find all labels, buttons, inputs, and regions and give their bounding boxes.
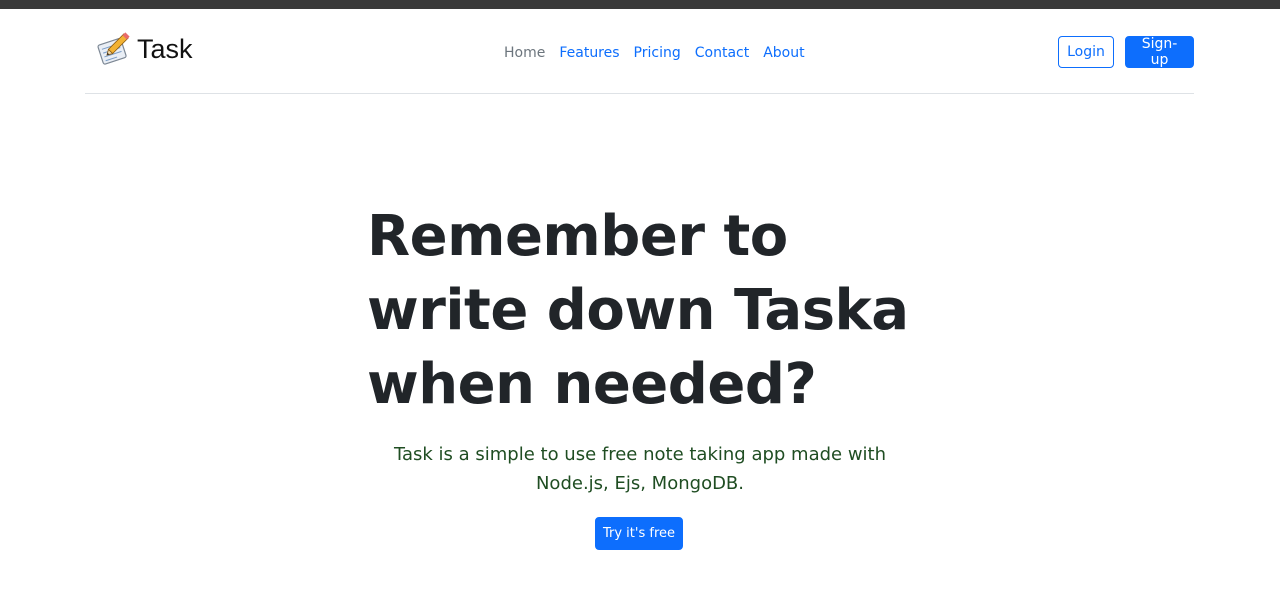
hero-subtitle: Task is a simple to use free note taking… [393, 444, 887, 494]
brand-link[interactable]: Task [93, 29, 193, 69]
brand-name: Task [137, 33, 193, 64]
try-free-button[interactable]: Try it's free [595, 517, 683, 550]
nav-item-contact[interactable]: Contact [688, 44, 756, 62]
nav-item-pricing[interactable]: Pricing [627, 44, 688, 62]
login-button[interactable]: Login [1058, 36, 1114, 68]
browser-top-strip [0, 0, 1280, 9]
memo-pencil-icon [93, 29, 133, 69]
hero-title: Remember to write down Taska when needed… [367, 204, 909, 417]
nav-item-home[interactable]: Home [497, 44, 552, 62]
site-header: Task Home Features Pricing Contact About… [85, 9, 1194, 94]
main-nav: Home Features Pricing Contact About [497, 44, 812, 62]
signup-button[interactable]: Sign-up [1125, 36, 1194, 68]
header-actions: Login Sign-up [1058, 36, 1194, 68]
nav-item-features[interactable]: Features [552, 44, 626, 62]
nav-item-about[interactable]: About [756, 44, 811, 62]
